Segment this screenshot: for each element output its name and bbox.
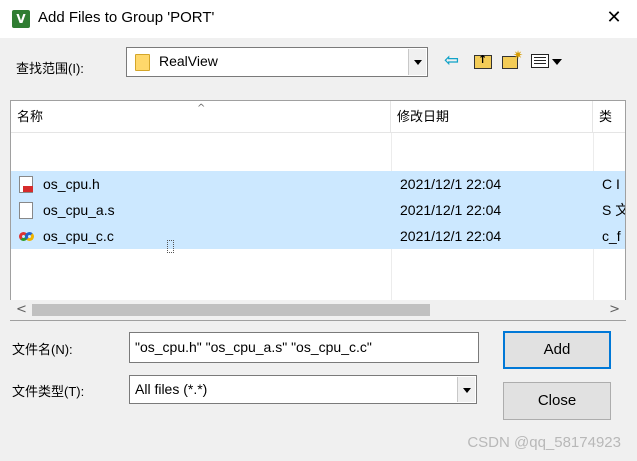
text-cursor-icon [167,240,174,253]
column-type-header[interactable]: 类 [593,101,625,133]
file-type: c_f [602,228,621,244]
scroll-right-icon[interactable]: > [609,302,620,317]
dialog-body: 查找范围(I): RealView ⇦ ↑ ✷ 名称 ^ 修改日期 类 os_c… [0,38,637,461]
scrollbar-thumb[interactable] [32,304,430,316]
file-name: os_cpu_c.c [43,228,114,244]
file-name: os_cpu_a.s [43,202,115,218]
text-file-icon [19,202,33,219]
scroll-left-icon[interactable]: < [16,302,27,317]
file-type-label: 文件类型(T): [12,384,85,399]
file-modified: 2021/12/1 22:04 [400,176,502,192]
file-type: S 文 [602,202,625,218]
file-name-input[interactable]: "os_cpu.h" "os_cpu_a.s" "os_cpu_c.c" [129,332,479,363]
column-header: 名称 ^ 修改日期 类 [11,101,625,133]
chevron-down-icon [414,60,422,65]
file-type-value: All files (*.*) [135,381,208,397]
new-folder-icon[interactable]: ✷ [501,48,523,72]
look-in-label: 查找范围(I): [16,61,84,76]
window-title: Add Files to Group 'PORT' [38,9,215,26]
back-icon[interactable]: ⇦ [444,50,466,72]
chevron-down-icon [463,388,471,393]
app-icon: V [12,10,30,28]
sort-ascending-icon: ^ [197,103,206,114]
look-in-value: RealView [159,53,218,69]
look-in-dropdown-button[interactable] [408,49,426,75]
view-menu-icon[interactable] [530,50,566,72]
header-file-icon [19,176,33,193]
file-name-label: 文件名(N): [12,342,73,357]
file-modified: 2021/12/1 22:04 [400,228,502,244]
up-one-level-icon[interactable]: ↑ [472,50,494,72]
close-window-button[interactable]: ✕ [604,8,624,28]
column-modified-header[interactable]: 修改日期 [391,101,593,133]
file-row[interactable]: os_cpu.h 2021/12/1 22:04 C I [11,171,625,197]
file-type-dropdown[interactable]: All files (*.*) [129,375,477,404]
add-button[interactable]: Add [503,331,611,369]
file-name: os_cpu.h [43,176,100,192]
file-modified: 2021/12/1 22:04 [400,202,502,218]
close-button[interactable]: Close [503,382,611,420]
horizontal-scrollbar[interactable]: < > [10,300,626,320]
file-row[interactable]: os_cpu_c.c 2021/12/1 22:04 c_f [11,223,625,249]
file-type: C I [602,176,620,192]
file-list[interactable]: 名称 ^ 修改日期 类 os_cpu.h 2021/12/1 22:04 C I… [10,100,626,321]
watermark: CSDN @qq_58174923 [467,434,621,451]
title-bar: V Add Files to Group 'PORT' ✕ [0,0,637,38]
c-source-file-icon [19,228,34,245]
file-row[interactable]: os_cpu_a.s 2021/12/1 22:04 S 文 [11,197,625,223]
look-in-dropdown[interactable]: RealView [126,47,428,77]
file-type-dropdown-button[interactable] [457,377,475,402]
folder-icon [135,54,150,71]
